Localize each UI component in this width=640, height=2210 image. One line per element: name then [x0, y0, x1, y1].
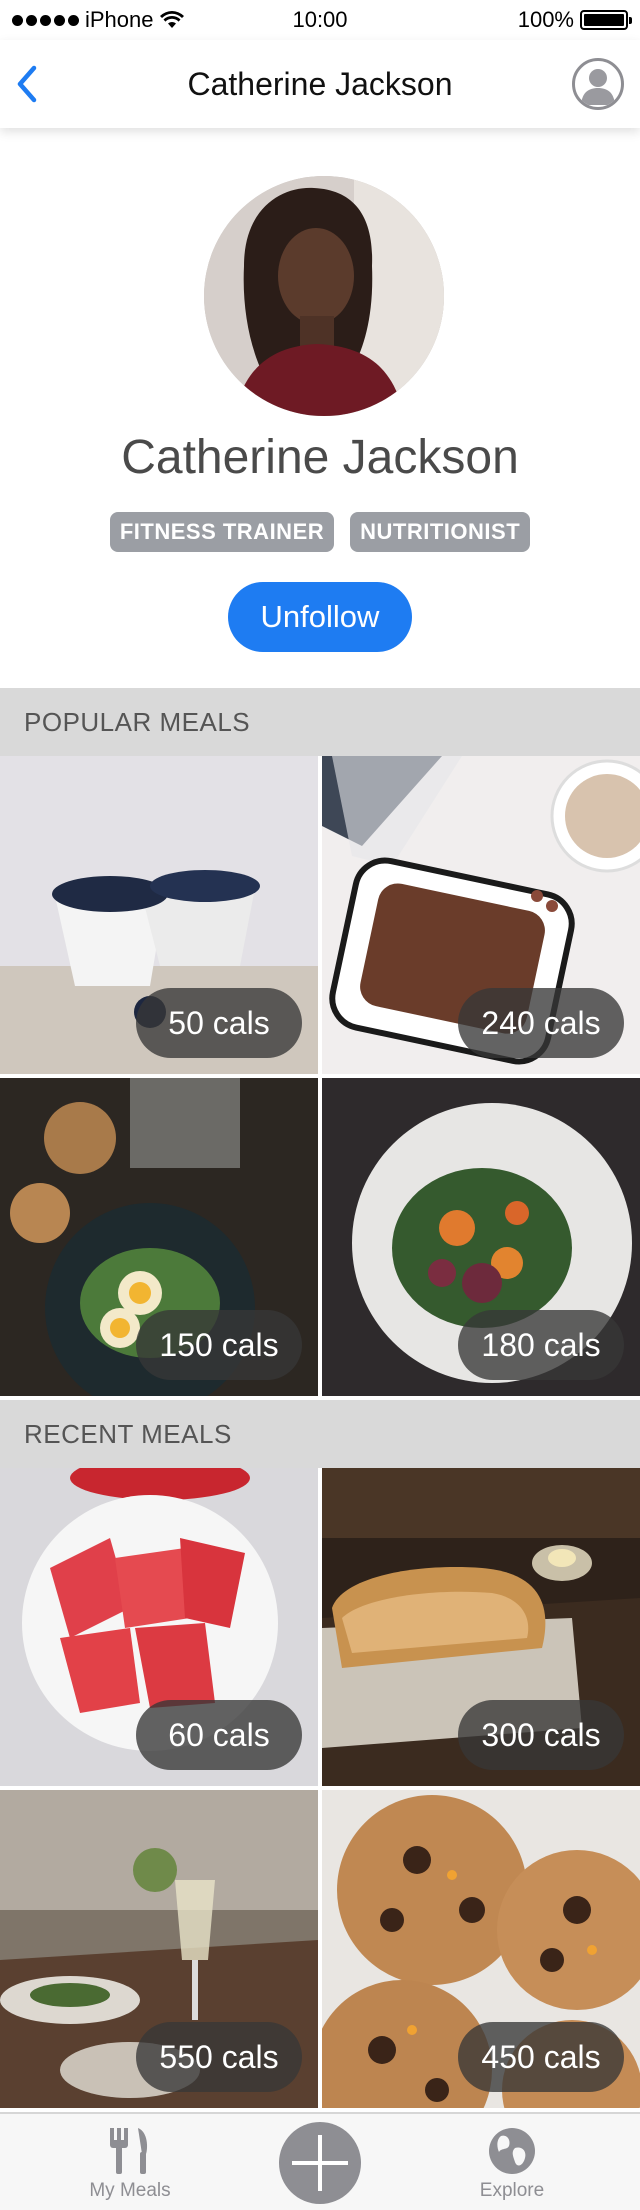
tab-my-meals[interactable]: My Meals [50, 2114, 210, 2210]
plus-icon [292, 2135, 348, 2191]
globe-icon [489, 2128, 535, 2174]
calorie-badge: 300 cals [458, 1700, 624, 1770]
carrier-group: iPhone [12, 7, 184, 33]
tag-nutritionist: NUTRITIONIST [350, 512, 531, 552]
calorie-badge: 150 cals [136, 1310, 302, 1380]
tab-bar: My Meals Explore [0, 2112, 640, 2210]
recent-meals-header: RECENT MEALS [0, 1400, 640, 1468]
calorie-badge: 450 cals [458, 2022, 624, 2092]
profile-name: Catherine Jackson [121, 431, 519, 484]
profile-screen: iPhone 10:00 100% Catherine Jackson Cath… [0, 0, 640, 2210]
battery-icon [580, 10, 632, 30]
meal-card[interactable]: 450 cals [322, 1790, 640, 2108]
tab-my-meals-label: My Meals [89, 2180, 171, 2201]
signal-icon [12, 14, 79, 26]
tag-fitness-trainer: FITNESS TRAINER [109, 512, 335, 552]
battery-group: 100% [517, 7, 632, 33]
calorie-badge: 60 cals [136, 1700, 302, 1770]
meal-card[interactable]: 240 cals [322, 756, 640, 1074]
recent-meals-grid: 60 cals 300 cals 550 cals 450 cals [0, 1468, 640, 2108]
calorie-badge: 550 cals [136, 2022, 302, 2092]
wifi-icon [159, 11, 184, 28]
unfollow-button[interactable]: Unfollow [228, 582, 412, 652]
add-meal-button[interactable] [279, 2122, 361, 2204]
user-avatar-icon [581, 69, 615, 105]
profile-photo [204, 176, 444, 416]
meal-card[interactable]: 300 cals [322, 1468, 640, 1786]
battery-label: 100% [517, 7, 574, 32]
carrier-label: iPhone [85, 7, 154, 32]
profile-header: Catherine Jackson FITNESS TRAINER NUTRIT… [0, 128, 640, 688]
calorie-badge: 240 cals [458, 988, 624, 1058]
meal-card[interactable]: 180 cals [322, 1078, 640, 1396]
tab-explore-label: Explore [479, 2180, 545, 2201]
popular-meals-grid: 50 cals 240 cals 150 cals 180 cals [0, 756, 640, 1396]
popular-meals-header: POPULAR MEALS [0, 688, 640, 756]
nav-bar: Catherine Jackson [0, 40, 640, 128]
fork-knife-icon [110, 2128, 148, 2174]
status-bar: iPhone 10:00 100% [0, 0, 640, 40]
nav-title: Catherine Jackson [187, 65, 453, 102]
tab-explore[interactable]: Explore [432, 2114, 592, 2210]
meal-card[interactable]: 60 cals [0, 1468, 318, 1786]
user-avatar-button[interactable] [572, 58, 624, 110]
chevron-left-icon [17, 65, 37, 103]
calorie-badge: 180 cals [458, 1310, 624, 1380]
tag-list: FITNESS TRAINER NUTRITIONIST [0, 512, 640, 552]
meal-card[interactable]: 50 cals [0, 756, 318, 1074]
meal-card[interactable]: 150 cals [0, 1078, 318, 1396]
meal-card[interactable]: 550 cals [0, 1790, 318, 2108]
back-button[interactable] [14, 62, 54, 106]
calorie-badge: 50 cals [136, 988, 302, 1058]
